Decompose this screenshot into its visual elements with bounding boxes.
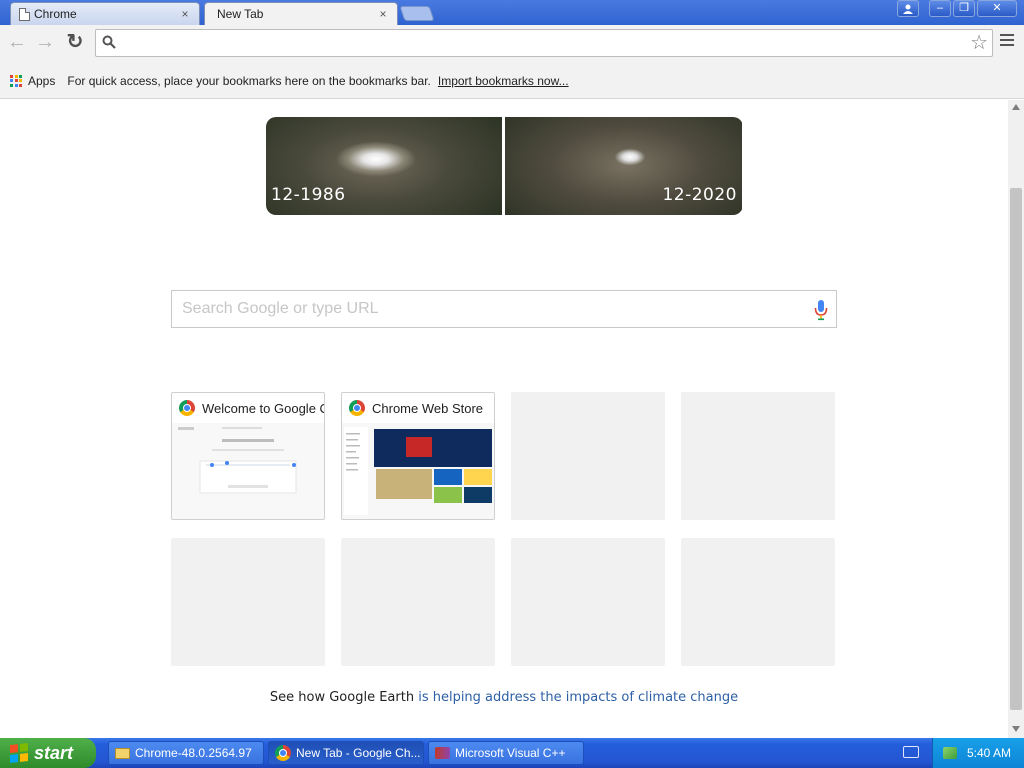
- close-icon[interactable]: ×: [179, 8, 191, 20]
- search-placeholder: Search Google or type URL: [182, 300, 379, 317]
- apps-shortcut[interactable]: Apps: [28, 74, 55, 88]
- task-label: Chrome-48.0.2564.97: [135, 746, 252, 760]
- taskbar-item-chrome[interactable]: New Tab - Google Ch...: [268, 741, 424, 765]
- network-icon[interactable]: [943, 747, 957, 759]
- empty-tile: [681, 392, 835, 520]
- tile-title: Welcome to Google Chrome: [202, 400, 324, 416]
- bookmarks-bar: Apps For quick access, place your bookma…: [0, 63, 1024, 99]
- promo-prefix: See how Google Earth: [269, 690, 419, 705]
- close-window-button[interactable]: ✕: [977, 0, 1017, 17]
- address-bar[interactable]: ☆: [95, 29, 993, 57]
- most-visited-tile[interactable]: Welcome to Google Chrome: [171, 392, 325, 520]
- keyboard-layout-icon[interactable]: [903, 746, 919, 758]
- user-profile-button[interactable]: [897, 0, 919, 17]
- visual-cpp-icon: [435, 747, 450, 759]
- doodle-promo-text: See how Google Earth is helping address …: [0, 690, 1008, 705]
- empty-tile: [171, 538, 325, 666]
- windows-logo-icon: [10, 743, 28, 763]
- folder-icon: [115, 747, 130, 759]
- reload-button[interactable]: ↻: [62, 31, 88, 55]
- tab-chrome[interactable]: Chrome ×: [10, 2, 200, 25]
- google-doodle[interactable]: 12-1986 12-2020: [266, 117, 743, 215]
- forward-button[interactable]: →: [32, 31, 58, 55]
- menu-bar: [1000, 44, 1014, 46]
- maximize-button[interactable]: ❐: [953, 0, 975, 17]
- empty-tile: [511, 538, 665, 666]
- tile-thumbnail: [342, 423, 494, 519]
- most-visited-tile[interactable]: Chrome Web Store: [341, 392, 495, 520]
- chrome-icon: [179, 400, 195, 416]
- page-icon: [19, 7, 30, 21]
- scrollbar-thumb[interactable]: [1010, 188, 1022, 710]
- tab-title: Chrome: [34, 7, 77, 21]
- close-icon[interactable]: ×: [377, 8, 389, 20]
- tile-thumbnail: [172, 423, 324, 519]
- import-bookmarks-link[interactable]: Import bookmarks now...: [438, 74, 569, 88]
- climate-change-link[interactable]: is helping address the impacts of climat…: [418, 690, 738, 705]
- page-scrollbar[interactable]: [1008, 100, 1024, 738]
- start-label: start: [34, 742, 74, 763]
- chrome-icon: [275, 745, 291, 761]
- bookmarks-hint-text: For quick access, place your bookmarks h…: [67, 73, 431, 88]
- task-label: New Tab - Google Ch...: [296, 746, 421, 760]
- user-icon: [903, 4, 913, 14]
- apps-grid-icon[interactable]: [10, 74, 22, 87]
- doodle-label-left: 12-1986: [271, 185, 346, 205]
- menu-bar: [1000, 34, 1014, 36]
- google-search-box[interactable]: Search Google or type URL: [171, 290, 837, 328]
- taskbar-item-visual-cpp[interactable]: Microsoft Visual C++: [428, 741, 584, 765]
- browser-toolbar: ← → ↻ ☆: [0, 25, 1024, 63]
- tile-title: Chrome Web Store: [372, 400, 484, 416]
- web-store-thumbnail: [342, 423, 494, 519]
- chrome-menu-button[interactable]: [1000, 34, 1014, 48]
- minimize-button[interactable]: –: [929, 0, 951, 17]
- new-tab-button[interactable]: [399, 6, 435, 21]
- tab-title: New Tab: [217, 7, 264, 21]
- back-button[interactable]: ←: [4, 31, 30, 55]
- empty-tile: [681, 538, 835, 666]
- scroll-down-arrow-icon[interactable]: [1012, 726, 1020, 732]
- new-tab-page: 12-1986 12-2020 Search Google or type UR…: [0, 100, 1008, 738]
- doodle-divider: [502, 117, 505, 215]
- taskbar-item-explorer[interactable]: Chrome-48.0.2564.97: [108, 741, 264, 765]
- star-icon[interactable]: ☆: [970, 32, 988, 54]
- tab-new-tab[interactable]: New Tab ×: [204, 2, 398, 25]
- scroll-up-arrow-icon[interactable]: [1012, 104, 1020, 110]
- empty-tile: [341, 538, 495, 666]
- menu-bar: [1000, 39, 1014, 41]
- clock[interactable]: 5:40 AM: [967, 746, 1011, 760]
- system-tray: 5:40 AM: [932, 738, 1024, 768]
- microphone-icon[interactable]: [814, 299, 828, 321]
- window-titlebar: Chrome × New Tab × – ❐ ✕: [0, 0, 1024, 25]
- empty-tile: [511, 392, 665, 520]
- doodle-label-right: 12-2020: [662, 185, 737, 205]
- task-label: Microsoft Visual C++: [455, 746, 566, 760]
- welcome-page-thumbnail: [172, 423, 324, 519]
- windows-taskbar: start Chrome-48.0.2564.97 New Tab - Goog…: [0, 738, 1024, 768]
- start-button[interactable]: start: [0, 738, 96, 768]
- search-icon: [102, 35, 116, 49]
- chrome-web-store-icon: [349, 400, 365, 416]
